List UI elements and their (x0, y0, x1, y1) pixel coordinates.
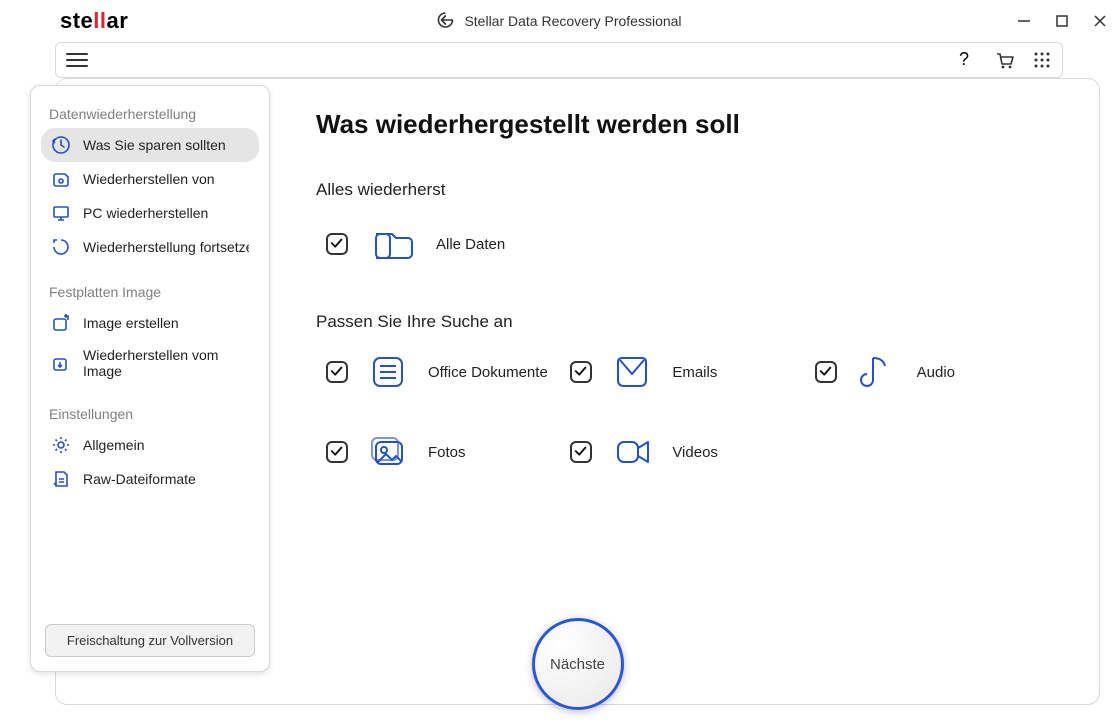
section-customize: Passen Sie Ihre Suche an (316, 312, 1059, 332)
sidebar-item-recover-from-image[interactable]: Wiederherstellen vom Image (41, 340, 259, 386)
sidebar-item-recover-pc[interactable]: PC wiederherstellen (41, 196, 259, 230)
sidebar-item-general[interactable]: Allgemein (41, 428, 259, 462)
document-icon (366, 350, 410, 394)
option-all-data: Alle Daten (316, 218, 1059, 270)
sidebar-item-raw-formats[interactable]: Raw-Dateiformate (41, 462, 259, 496)
label-photos: Fotos (428, 444, 466, 461)
sidebar-item-label: PC wiederherstellen (83, 205, 208, 221)
label-office: Office Dokumente (428, 364, 548, 381)
window-controls (1016, 0, 1108, 42)
section-recover-all: Alles wiederherst (316, 180, 1059, 200)
next-button[interactable]: Nächste (532, 618, 624, 710)
resume-icon (51, 237, 71, 257)
sidebar-item-what-to-recover[interactable]: Was Sie sparen sollten (41, 128, 259, 162)
label-videos: Videos (672, 444, 718, 461)
logo-text-2: ar (107, 8, 129, 33)
folder-icon (370, 222, 414, 266)
sidebar-item-label: Raw-Dateiformate (83, 471, 196, 487)
more-tools-icon[interactable] (1032, 50, 1052, 70)
option-photos: Fotos (326, 430, 570, 474)
sidebar-item-label: Wiederherstellung fortsetzen (83, 239, 249, 255)
disk-icon (51, 169, 71, 189)
cart-icon[interactable] (994, 50, 1014, 70)
window-title: Stellar Data Recovery Professional (464, 13, 681, 29)
sidebar-item-recover-from[interactable]: Wiederherstellen von (41, 162, 259, 196)
window-title-group: Stellar Data Recovery Professional (436, 11, 681, 32)
next-button-label: Nächste (550, 656, 605, 673)
gear-icon (51, 435, 71, 455)
toolbar-right (956, 50, 1052, 70)
checkbox-audio[interactable] (815, 361, 837, 383)
sidebar-item-label: Wiederherstellen von (83, 171, 215, 187)
image-restore-icon (51, 353, 71, 373)
page-title: Was wiederhergestellt werden soll (316, 109, 1059, 140)
unlock-full-version-button[interactable]: Freischaltung zur Vollversion (45, 624, 255, 657)
option-audio: Audio (815, 350, 1059, 394)
sidebar-item-label: Was Sie sparen sollten (83, 137, 226, 153)
label-emails: Emails (672, 364, 717, 381)
sidebar: Datenwiederherstellung Was Sie sparen so… (30, 85, 270, 672)
image-create-icon (51, 313, 71, 333)
option-videos: Videos (570, 430, 814, 474)
checkbox-videos[interactable] (570, 441, 592, 463)
app-logo: stellar (60, 8, 128, 34)
unlock-button-label: Freischaltung zur Vollversion (67, 633, 233, 648)
logo-text: ste (60, 8, 93, 33)
sidebar-section-recovery: Datenwiederherstellung (41, 100, 259, 128)
sidebar-item-resume-recovery[interactable]: Wiederherstellung fortsetzen (41, 230, 259, 264)
maximize-button[interactable] (1054, 13, 1070, 29)
label-audio: Audio (917, 364, 955, 381)
checkbox-photos[interactable] (326, 441, 348, 463)
restore-icon (51, 135, 71, 155)
titlebar: stellar Stellar Data Recovery Profession… (0, 0, 1118, 42)
sidebar-item-label: Allgemein (83, 437, 144, 453)
help-icon[interactable] (956, 50, 976, 70)
sidebar-item-create-image[interactable]: Image erstellen (41, 306, 259, 340)
sidebar-section-drive-image: Festplatten Image (41, 278, 259, 306)
toolbar (55, 42, 1063, 78)
option-emails: Emails (570, 350, 814, 394)
checkbox-office[interactable] (326, 361, 348, 383)
sidebar-section-settings: Einstellungen (41, 400, 259, 428)
close-button[interactable] (1092, 13, 1108, 29)
label-all-data: Alle Daten (436, 236, 505, 253)
checkbox-emails[interactable] (570, 361, 592, 383)
raw-file-icon (51, 469, 71, 489)
mail-icon (610, 350, 654, 394)
option-office: Office Dokumente (326, 350, 570, 394)
video-icon (610, 430, 654, 474)
sidebar-item-label: Wiederherstellen vom Image (83, 347, 249, 379)
menu-icon[interactable] (66, 49, 88, 71)
options-grid: Office Dokumente Emails Audio Fotos Vide… (316, 350, 1059, 474)
audio-icon (855, 350, 899, 394)
sidebar-item-label: Image erstellen (83, 315, 179, 331)
photo-icon (366, 430, 410, 474)
minimize-button[interactable] (1016, 13, 1032, 29)
monitor-icon (51, 203, 71, 223)
checkbox-all-data[interactable] (326, 233, 348, 255)
back-icon[interactable] (436, 11, 454, 32)
logo-accent: ll (93, 8, 106, 33)
